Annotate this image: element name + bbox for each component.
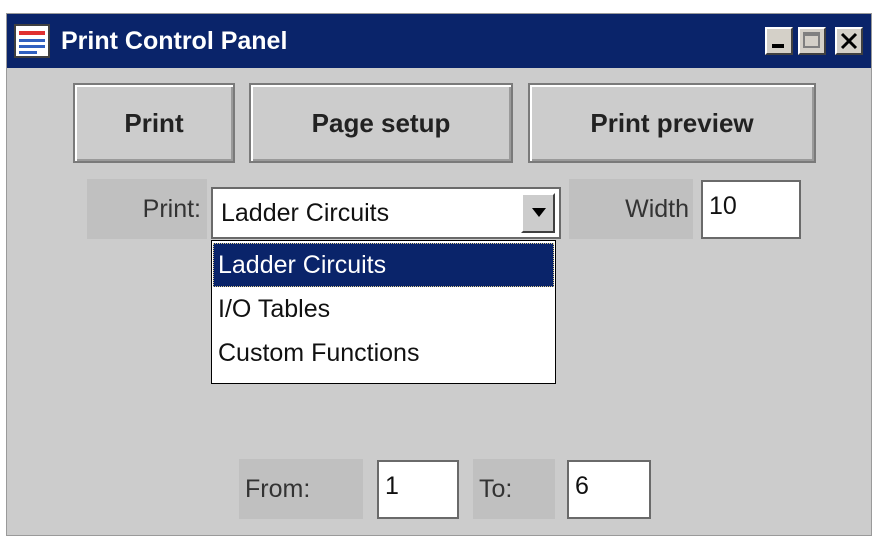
title-bar[interactable]: Print Control Panel <box>7 14 871 68</box>
from-input[interactable]: 1 <box>377 460 459 519</box>
print-select[interactable]: Ladder Circuits <box>211 187 561 239</box>
window-title: Print Control Panel <box>61 27 288 55</box>
print-preview-button[interactable]: Print preview <box>528 83 816 163</box>
width-label: Width <box>625 195 689 223</box>
chevron-down-icon <box>532 208 546 217</box>
print-label-box: Print: <box>87 179 207 239</box>
print-options-list: Ladder Circuits I/O Tables Custom Functi… <box>211 240 556 384</box>
page-setup-button[interactable]: Page setup <box>249 83 513 163</box>
option-ladder-circuits[interactable]: Ladder Circuits <box>213 243 554 287</box>
to-input[interactable]: 6 <box>567 460 651 519</box>
close-button[interactable] <box>835 27 863 55</box>
minimize-button[interactable] <box>765 27 793 55</box>
close-icon <box>840 32 858 50</box>
maximize-button[interactable] <box>798 27 826 55</box>
width-input[interactable]: 10 <box>701 180 801 239</box>
maximize-icon <box>803 32 820 48</box>
from-label-box: From: <box>239 459 363 519</box>
print-select-label: Print: <box>142 195 201 223</box>
to-label-box: To: <box>473 459 555 519</box>
print-button[interactable]: Print <box>73 83 235 163</box>
to-label: To: <box>479 475 513 503</box>
option-io-tables[interactable]: I/O Tables <box>213 287 554 331</box>
print-control-panel-window: Print Control Panel Print Page setup Pri… <box>6 13 872 536</box>
option-custom-functions[interactable]: Custom Functions <box>213 331 554 375</box>
minimize-icon <box>772 44 784 48</box>
width-label-box: Width <box>569 179 693 239</box>
app-icon <box>11 21 55 61</box>
print-select-value: Ladder Circuits <box>221 199 390 227</box>
from-label: From: <box>245 475 311 503</box>
dropdown-arrow-button[interactable] <box>521 193 555 233</box>
